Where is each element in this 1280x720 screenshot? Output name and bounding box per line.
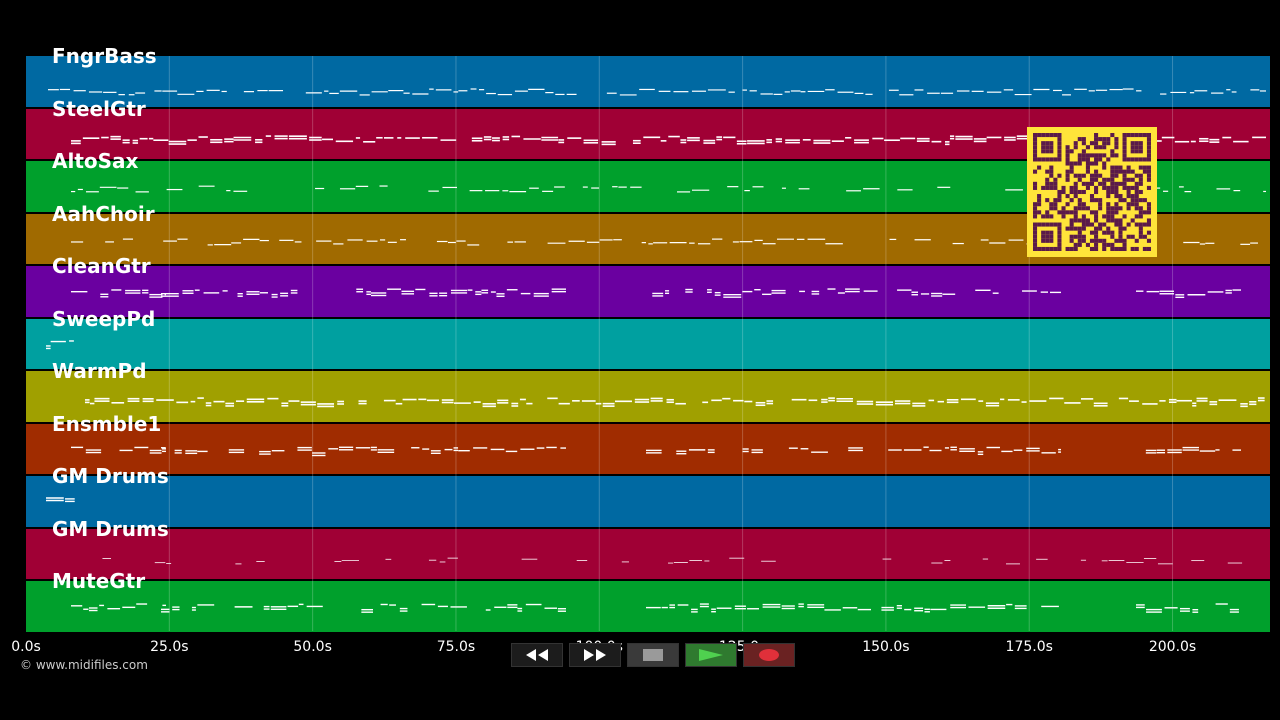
time-tick-label: 150.0s: [862, 639, 910, 655]
track-name: WarmPd: [52, 359, 147, 383]
note-lane: [48, 88, 1266, 96]
time-tick-label: 25.0s: [150, 639, 189, 655]
track-lane[interactable]: GM Drums: [26, 517, 1270, 579]
time-tick-label: 175.0s: [1005, 639, 1053, 655]
rewind-button[interactable]: [511, 643, 563, 667]
track-lane[interactable]: GM Drums: [26, 464, 1270, 527]
note-lane: [46, 339, 74, 349]
note-lane: [71, 445, 1241, 456]
stop-button[interactable]: [627, 643, 679, 667]
time-tick-label: 0.0s: [11, 639, 41, 655]
time-tick-label: 75.0s: [436, 639, 476, 655]
track-name: AahChoir: [52, 201, 155, 226]
track-lane[interactable]: SweepPd: [26, 307, 1270, 369]
note-lane: [71, 603, 1239, 613]
rewind-icon: [526, 649, 548, 661]
fast-forward-icon: [584, 649, 606, 661]
track-name: GM Drums: [52, 464, 169, 488]
track-name: SweepPd: [52, 306, 156, 331]
play-button[interactable]: [685, 643, 737, 667]
track-lane[interactable]: MuteGtr: [26, 569, 1270, 632]
note-lane: [102, 557, 1243, 564]
time-tick-label: 50.0s: [293, 639, 332, 655]
stop-icon: [643, 649, 663, 661]
record-icon: [759, 649, 779, 661]
track-lane[interactable]: WarmPd: [26, 359, 1270, 422]
track-name: CleanGtr: [52, 254, 151, 278]
note-lane: [71, 288, 1241, 299]
play-icon: [699, 649, 723, 661]
note-lane: [84, 397, 1265, 408]
time-tick-label: 200.0s: [1148, 639, 1197, 655]
transport-controls: [511, 643, 795, 669]
track-lane[interactable]: CleanGtr: [26, 254, 1270, 317]
track-lane[interactable]: FngrBass: [26, 44, 1270, 107]
track-name: MuteGtr: [52, 569, 146, 593]
record-button[interactable]: [743, 643, 795, 667]
track-name: AltoSax: [52, 149, 139, 173]
qr-code: [1027, 127, 1157, 257]
track-name: SteelGtr: [52, 96, 146, 121]
track-name: Ensmble1: [52, 411, 162, 436]
track-name: FngrBass: [52, 44, 157, 68]
track-lane[interactable]: Ensmble1: [26, 412, 1270, 474]
copyright-text: © www.midifiles.com: [20, 658, 148, 672]
fast-forward-button[interactable]: [569, 643, 621, 667]
note-lane: [46, 497, 75, 503]
track-name: GM Drums: [52, 516, 169, 541]
